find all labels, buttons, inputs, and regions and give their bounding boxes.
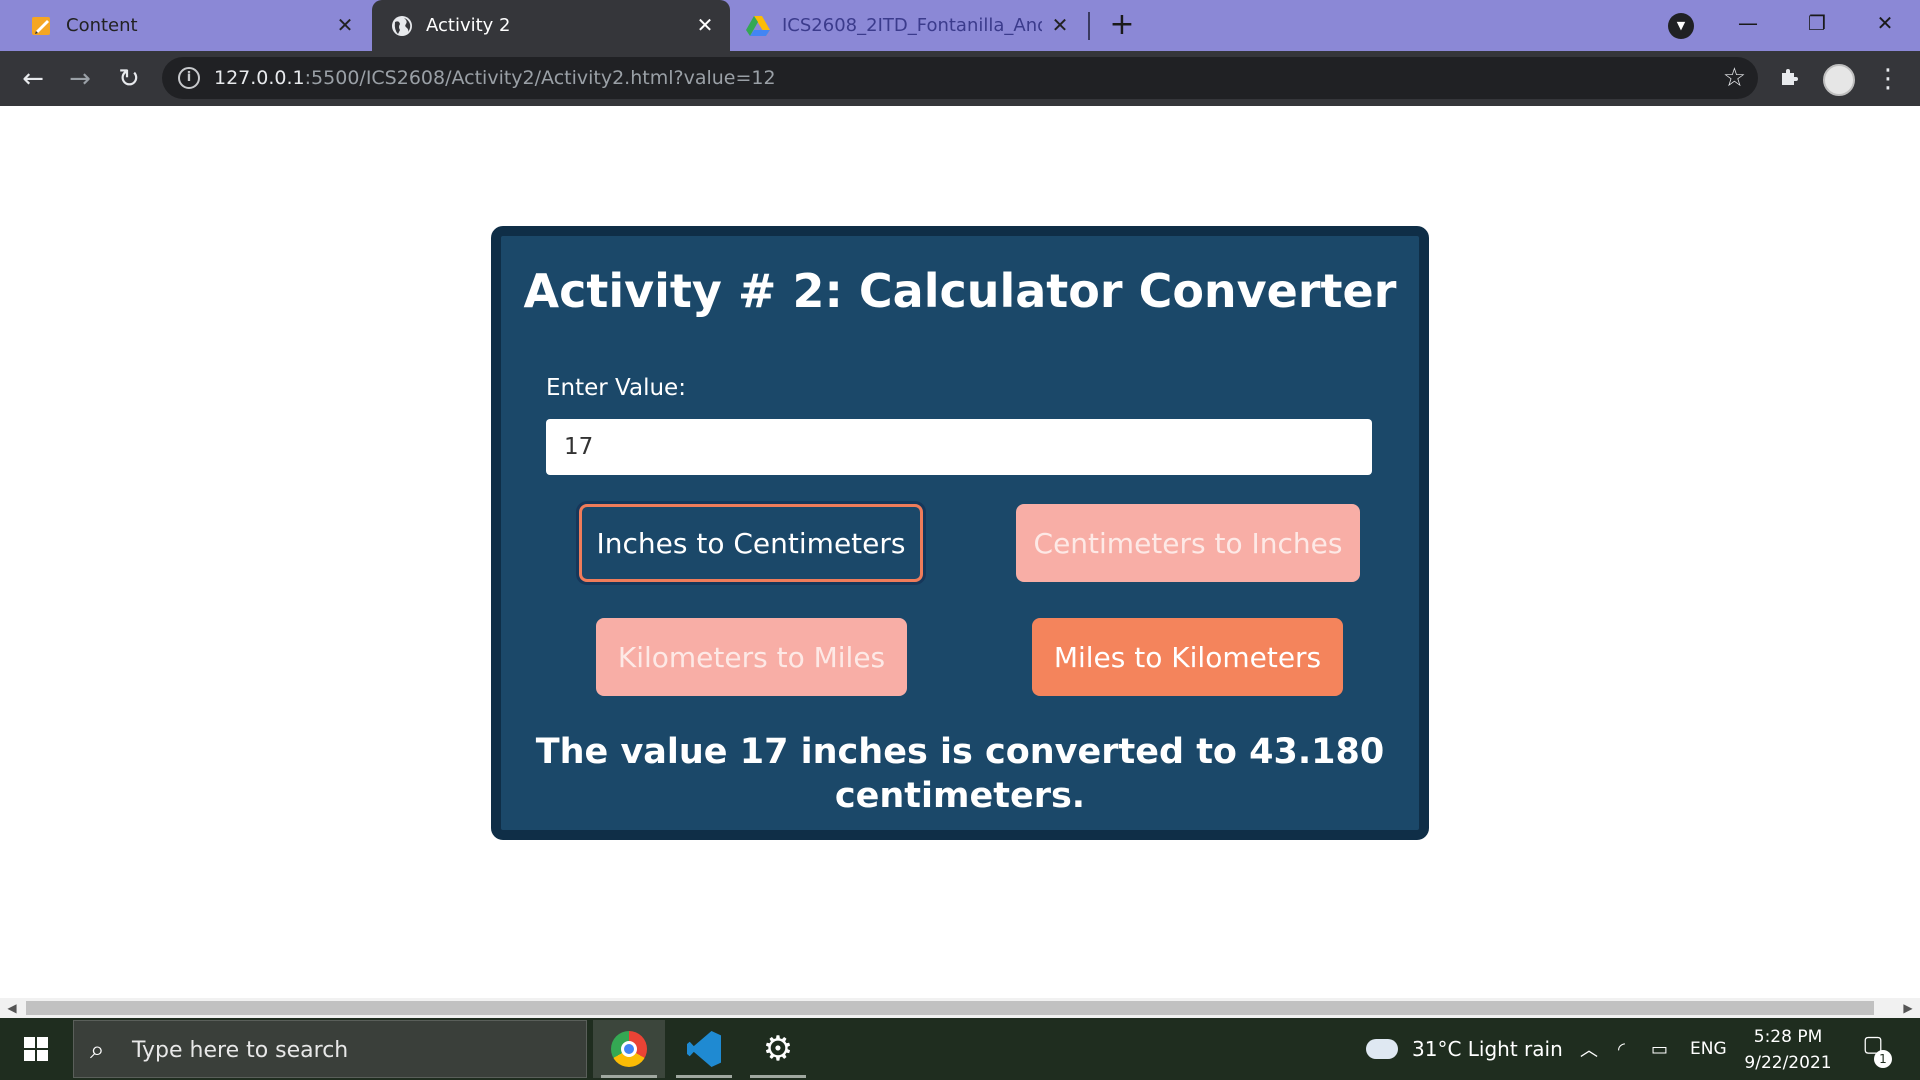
value-input[interactable]: [546, 419, 1372, 475]
taskbar-vscode[interactable]: [668, 1020, 740, 1078]
browser-toolbar: ← → ↻ i 127.0.0.1:5500/ICS2608/Activity2…: [0, 51, 1920, 106]
taskbar-search-box[interactable]: ⌕ Type here to search: [73, 1020, 587, 1078]
tab-content[interactable]: Content ✕: [0, 0, 370, 51]
tab-activity-2[interactable]: Activity 2 ✕: [372, 0, 730, 51]
clock-time: 5:28 PM: [1753, 1027, 1823, 1047]
miles-to-kilometers-button[interactable]: Miles to Kilometers: [1032, 618, 1343, 696]
tab-title: ICS2608_2ITD_Fontanilla_Andrea: [782, 15, 1042, 36]
enter-value-label: Enter Value:: [546, 375, 686, 401]
extensions-puzzle-icon[interactable]: [1776, 65, 1804, 93]
google-drive-icon: [746, 14, 770, 38]
kebab-menu-icon[interactable]: ⋮: [1874, 63, 1902, 95]
vscode-icon: [687, 1031, 721, 1067]
page-title: Activity # 2: Calculator Converter: [523, 264, 1397, 318]
weather-text: 31°C Light rain: [1412, 1037, 1563, 1061]
inches-to-centimeters-button[interactable]: Inches to Centimeters: [579, 504, 923, 582]
start-button[interactable]: [0, 1018, 72, 1080]
chrome-icon: [611, 1031, 647, 1067]
taskbar-settings[interactable]: ⚙: [742, 1020, 814, 1078]
running-indicator: [676, 1075, 732, 1078]
windows-taskbar: ⌕ Type here to search ⚙ 31°C Light rain …: [0, 1018, 1920, 1080]
gear-icon: ⚙: [762, 1029, 794, 1069]
tab-divider: [1088, 12, 1090, 40]
site-info-icon[interactable]: i: [178, 67, 200, 89]
bookmark-star-icon[interactable]: ☆: [1723, 63, 1746, 93]
scroll-left-icon[interactable]: ◀: [4, 1000, 20, 1016]
taskbar-clock[interactable]: 5:28 PM 9/22/2021: [1728, 1024, 1848, 1076]
tab-title: Activity 2: [426, 15, 511, 36]
close-tab-icon[interactable]: ✕: [694, 14, 716, 36]
weather-widget[interactable]: 31°C Light rain: [1366, 1018, 1563, 1080]
forward-icon[interactable]: →: [64, 63, 96, 95]
tab-search-icon[interactable]: ▼: [1668, 13, 1694, 39]
close-tab-icon[interactable]: ✕: [334, 14, 356, 36]
converter-card: Activity # 2: Calculator Converter Enter…: [491, 226, 1429, 840]
globe-icon: [390, 14, 414, 38]
url-text: 127.0.0.1:5500/ICS2608/Activity2/Activit…: [214, 67, 776, 89]
windows-logo-icon: [24, 1037, 48, 1061]
restore-icon[interactable]: ❐: [1797, 6, 1837, 40]
kilometers-to-miles-button[interactable]: Kilometers to Miles: [596, 618, 907, 696]
page-viewport: Activity # 2: Calculator Converter Enter…: [0, 106, 1920, 998]
notification-count: 1: [1874, 1050, 1892, 1068]
scroll-right-icon[interactable]: ▶: [1900, 1000, 1916, 1016]
tab-google-drive[interactable]: ICS2608_2ITD_Fontanilla_Andrea ✕: [730, 0, 1085, 51]
active-indicator: [601, 1075, 657, 1078]
address-bar[interactable]: i 127.0.0.1:5500/ICS2608/Activity2/Activ…: [162, 57, 1758, 99]
show-hidden-icons-icon[interactable]: ︿: [1580, 1018, 1598, 1080]
rain-cloud-icon: [1366, 1039, 1398, 1059]
horizontal-scrollbar[interactable]: ◀ ▶: [0, 998, 1920, 1018]
minimize-icon[interactable]: —: [1728, 6, 1768, 40]
running-indicator: [750, 1075, 806, 1078]
close-tab-icon[interactable]: ✕: [1049, 14, 1071, 36]
clock-date: 9/22/2021: [1744, 1053, 1832, 1073]
conversion-result: The value 17 inches is converted to 43.1…: [535, 732, 1385, 816]
wifi-icon[interactable]: ◜: [1618, 1018, 1625, 1080]
reload-icon[interactable]: ↻: [113, 63, 145, 95]
notepad-icon: [30, 14, 54, 38]
tab-title: Content: [66, 15, 138, 36]
notification-center-icon[interactable]: ▢ 1: [1858, 1032, 1892, 1068]
search-placeholder: Type here to search: [132, 1038, 349, 1063]
scrollbar-thumb[interactable]: [26, 1001, 1874, 1015]
back-icon[interactable]: ←: [17, 63, 49, 95]
taskbar-chrome[interactable]: [593, 1020, 665, 1078]
centimeters-to-inches-button[interactable]: Centimeters to Inches: [1016, 504, 1360, 582]
new-tab-icon[interactable]: +: [1107, 10, 1137, 40]
language-indicator[interactable]: ENG: [1690, 1018, 1727, 1080]
search-icon: ⌕: [90, 1035, 105, 1065]
profile-avatar[interactable]: [1823, 64, 1855, 96]
close-window-icon[interactable]: ✕: [1865, 6, 1905, 40]
tab-strip: Content ✕ Activity 2 ✕ ICS2608_2ITD_Font…: [0, 0, 1920, 51]
battery-icon[interactable]: ▭: [1651, 1018, 1668, 1080]
